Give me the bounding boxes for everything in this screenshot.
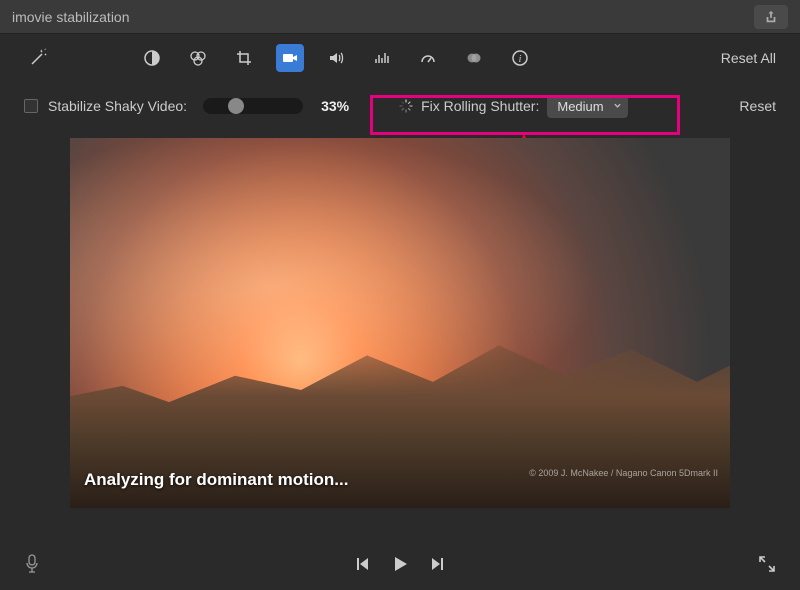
gauge-icon bbox=[419, 49, 437, 67]
equalizer-icon bbox=[373, 49, 391, 67]
crop-button[interactable] bbox=[230, 44, 258, 72]
magic-wand-button[interactable] bbox=[24, 44, 52, 72]
microphone-icon bbox=[24, 554, 40, 574]
preview-watermark: © 2009 J. McNakee / Nagano Canon 5Dmark … bbox=[529, 468, 718, 478]
crop-icon bbox=[235, 49, 253, 67]
stabilize-slider[interactable] bbox=[203, 98, 303, 114]
half-circle-icon bbox=[143, 49, 161, 67]
prev-button[interactable] bbox=[354, 556, 370, 572]
analyzing-overlay: Analyzing for dominant motion... bbox=[84, 470, 348, 490]
inspector-toolbar: i Reset All bbox=[0, 34, 800, 82]
noise-equalizer-button[interactable] bbox=[368, 44, 396, 72]
svg-text:i: i bbox=[519, 54, 522, 65]
stabilization-button[interactable] bbox=[276, 44, 304, 72]
info-icon: i bbox=[511, 49, 529, 67]
color-balance-button[interactable] bbox=[138, 44, 166, 72]
color-correction-button[interactable] bbox=[184, 44, 212, 72]
magic-wand-icon bbox=[28, 48, 48, 68]
palette-icon bbox=[188, 48, 208, 68]
share-icon bbox=[764, 10, 778, 24]
rolling-shutter-dropdown[interactable]: Medium bbox=[547, 95, 627, 118]
speaker-icon bbox=[327, 49, 345, 67]
expand-icon bbox=[758, 555, 776, 573]
reset-all-button[interactable]: Reset All bbox=[721, 50, 776, 66]
volume-button[interactable] bbox=[322, 44, 350, 72]
play-button[interactable] bbox=[390, 554, 410, 574]
skip-back-icon bbox=[354, 556, 370, 572]
next-button[interactable] bbox=[430, 556, 446, 572]
bottom-bar bbox=[0, 544, 800, 584]
speed-button[interactable] bbox=[414, 44, 442, 72]
fullscreen-button[interactable] bbox=[758, 555, 776, 573]
window-title: imovie stabilization bbox=[12, 9, 130, 25]
stabilization-controls: Stabilize Shaky Video: 33% Fix Rolling S… bbox=[0, 82, 800, 130]
reset-button[interactable]: Reset bbox=[739, 98, 776, 114]
camera-icon bbox=[281, 49, 299, 67]
titlebar: imovie stabilization bbox=[0, 0, 800, 34]
spinner-icon bbox=[399, 99, 413, 113]
playback-controls bbox=[354, 554, 446, 574]
voiceover-button[interactable] bbox=[24, 554, 40, 574]
dropdown-value: Medium bbox=[557, 99, 603, 114]
slider-thumb[interactable] bbox=[228, 98, 244, 114]
video-preview[interactable]: Analyzing for dominant motion... © 2009 … bbox=[70, 138, 730, 508]
play-icon bbox=[390, 554, 410, 574]
skip-forward-icon bbox=[430, 556, 446, 572]
rolling-shutter-group: Fix Rolling Shutter: Medium bbox=[399, 95, 628, 118]
stabilize-percent: 33% bbox=[321, 98, 349, 114]
chevron-down-icon bbox=[613, 102, 622, 111]
info-button[interactable]: i bbox=[506, 44, 534, 72]
rolling-shutter-label: Fix Rolling Shutter: bbox=[421, 98, 539, 114]
stabilize-label: Stabilize Shaky Video: bbox=[48, 98, 187, 114]
overlap-circles-icon bbox=[465, 49, 483, 67]
share-button[interactable] bbox=[754, 5, 788, 29]
filter-button[interactable] bbox=[460, 44, 488, 72]
stabilize-checkbox[interactable] bbox=[24, 99, 38, 113]
